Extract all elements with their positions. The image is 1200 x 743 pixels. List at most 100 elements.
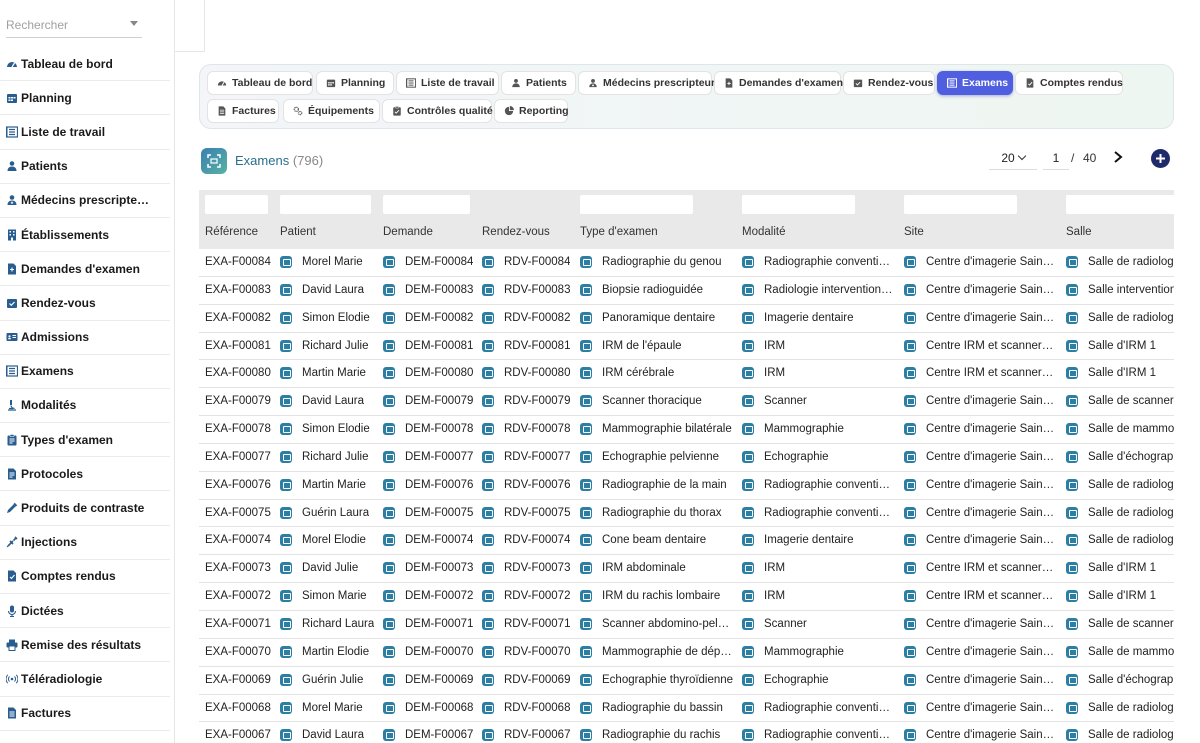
link-record-icon[interactable] — [482, 729, 494, 742]
link-record-icon[interactable] — [482, 506, 494, 519]
chevron-down-icon[interactable] — [130, 21, 138, 26]
table-cell[interactable]: EXA-F00067 — [205, 729, 271, 741]
link-record-icon[interactable] — [280, 395, 292, 408]
link-record-icon[interactable] — [580, 701, 592, 714]
table-cell[interactable]: EXA-F00070 — [205, 646, 271, 658]
link-record-icon[interactable] — [482, 673, 494, 686]
link-record-icon[interactable] — [904, 339, 916, 352]
link-record-icon[interactable] — [280, 367, 292, 380]
table-row[interactable]: EXA-F00077 Richard Julie DEM-F00077 RDV-F00… — [199, 444, 1174, 472]
link-record-icon[interactable] — [383, 339, 395, 352]
link-record-icon[interactable] — [904, 395, 916, 408]
column-filter-input-7[interactable] — [1066, 195, 1174, 214]
link-record-icon[interactable] — [580, 423, 592, 436]
link-record-icon[interactable] — [280, 506, 292, 519]
link-record-icon[interactable] — [742, 256, 754, 268]
link-record-icon[interactable] — [580, 506, 592, 519]
link-record-icon[interactable] — [482, 450, 494, 463]
link-record-icon[interactable] — [280, 423, 292, 436]
sidebar-item-11[interactable]: Types d'examen — [0, 423, 170, 458]
table-row[interactable]: EXA-F00080 Martin Marie DEM-F00080 RDV-F000… — [199, 360, 1174, 389]
link-record-icon[interactable] — [742, 367, 754, 380]
search-input[interactable] — [6, 14, 124, 36]
link-record-icon[interactable] — [904, 701, 916, 714]
link-record-icon[interactable] — [482, 339, 494, 352]
link-record-icon[interactable] — [482, 701, 494, 714]
link-record-icon[interactable] — [383, 534, 395, 547]
table-row[interactable]: EXA-F00068 Morel Marie DEM-F00068 RDV-F0006… — [199, 695, 1174, 723]
link-record-icon[interactable] — [280, 478, 292, 491]
link-record-icon[interactable] — [580, 395, 592, 408]
sidebar-item-16[interactable]: Dictées — [0, 594, 170, 629]
table-row[interactable]: EXA-F00070 Martin Élodie DEM-F00070 RDV-F00… — [199, 639, 1174, 667]
table-cell[interactable]: EXA-F00078 — [205, 423, 271, 435]
link-record-icon[interactable] — [383, 478, 395, 491]
tab-5[interactable]: Demandes d'examen — [714, 71, 843, 95]
link-record-icon[interactable] — [1066, 311, 1078, 324]
link-record-icon[interactable] — [580, 562, 592, 575]
link-record-icon[interactable] — [904, 506, 916, 519]
column-header[interactable]: Type d'examen — [580, 226, 658, 238]
column-header[interactable]: Modalité — [742, 226, 785, 238]
column-filter-input-4[interactable] — [580, 195, 693, 214]
column-header[interactable]: Demande — [383, 226, 433, 238]
column-header[interactable]: Rendez-vous — [482, 226, 550, 238]
table-cell[interactable]: EXA-F00076 — [205, 479, 271, 491]
table-cell[interactable]: EXA-F00084 — [205, 256, 271, 268]
link-record-icon[interactable] — [580, 339, 592, 352]
table-row[interactable]: EXA-F00073 David Julie DEM-F00073 RDV-F0007… — [199, 555, 1174, 584]
table-cell[interactable]: EXA-F00072 — [205, 590, 271, 602]
link-record-icon[interactable] — [383, 311, 395, 324]
sidebar-item-4[interactable]: Médecins prescripte… — [0, 184, 170, 218]
link-record-icon[interactable] — [742, 701, 754, 714]
link-record-icon[interactable] — [280, 645, 292, 658]
link-record-icon[interactable] — [742, 506, 754, 519]
tab-4[interactable]: Médecins prescripteurs — [578, 71, 721, 95]
table-row[interactable]: EXA-F00084 Morel Marie DEM-F00084 RDV-F0008… — [199, 249, 1174, 277]
table-cell[interactable]: EXA-F00075 — [205, 507, 271, 519]
link-record-icon[interactable] — [280, 450, 292, 463]
column-header[interactable]: Site — [904, 226, 924, 238]
table-cell[interactable]: EXA-F00082 — [205, 312, 271, 324]
column-header[interactable]: Salle — [1066, 226, 1092, 238]
link-record-icon[interactable] — [1066, 256, 1078, 268]
link-record-icon[interactable] — [904, 590, 916, 603]
table-cell[interactable]: EXA-F00073 — [205, 562, 271, 574]
link-record-icon[interactable] — [280, 562, 292, 575]
sidebar-item-12[interactable]: Protocoles — [0, 457, 170, 492]
link-record-icon[interactable] — [280, 729, 292, 742]
link-record-icon[interactable] — [383, 283, 395, 296]
sidebar-item-13[interactable]: Produits de contraste — [0, 491, 170, 526]
link-record-icon[interactable] — [280, 673, 292, 686]
link-record-icon[interactable] — [383, 256, 395, 268]
table-row[interactable]: EXA-F00079 David Laura DEM-F00079 RDV-F0007… — [199, 388, 1174, 417]
link-record-icon[interactable] — [742, 673, 754, 686]
column-filter-input-6[interactable] — [904, 195, 1017, 214]
link-record-icon[interactable] — [742, 617, 754, 630]
link-record-icon[interactable] — [1066, 367, 1078, 380]
link-record-icon[interactable] — [482, 283, 494, 296]
link-record-icon[interactable] — [904, 617, 916, 630]
table-row[interactable]: EXA-F00071 Richard Laura DEM-F00071 RDV-F00… — [199, 611, 1174, 639]
table-cell[interactable]: EXA-F00077 — [205, 451, 271, 463]
link-record-icon[interactable] — [383, 506, 395, 519]
sidebar-item-1[interactable]: Planning — [0, 81, 170, 116]
table-row[interactable]: EXA-F00069 Guérin Julie DEM-F00069 RDV-F000… — [199, 667, 1174, 695]
link-record-icon[interactable] — [904, 645, 916, 658]
link-record-icon[interactable] — [580, 673, 592, 686]
table-cell[interactable]: EXA-F00069 — [205, 674, 271, 686]
link-record-icon[interactable] — [904, 673, 916, 686]
tab-1[interactable]: Planning — [316, 71, 394, 95]
column-header[interactable]: Référence — [205, 226, 258, 238]
link-record-icon[interactable] — [742, 311, 754, 324]
sidebar-item-5[interactable]: Établissements — [0, 218, 170, 253]
table-cell[interactable]: EXA-F00080 — [205, 367, 271, 379]
link-record-icon[interactable] — [742, 423, 754, 436]
link-record-icon[interactable] — [383, 590, 395, 603]
link-record-icon[interactable] — [1066, 478, 1078, 491]
link-record-icon[interactable] — [482, 423, 494, 436]
tab-11[interactable]: Contrôles qualité — [382, 99, 493, 123]
link-record-icon[interactable] — [1066, 590, 1078, 603]
link-record-icon[interactable] — [742, 590, 754, 603]
link-record-icon[interactable] — [580, 645, 592, 658]
